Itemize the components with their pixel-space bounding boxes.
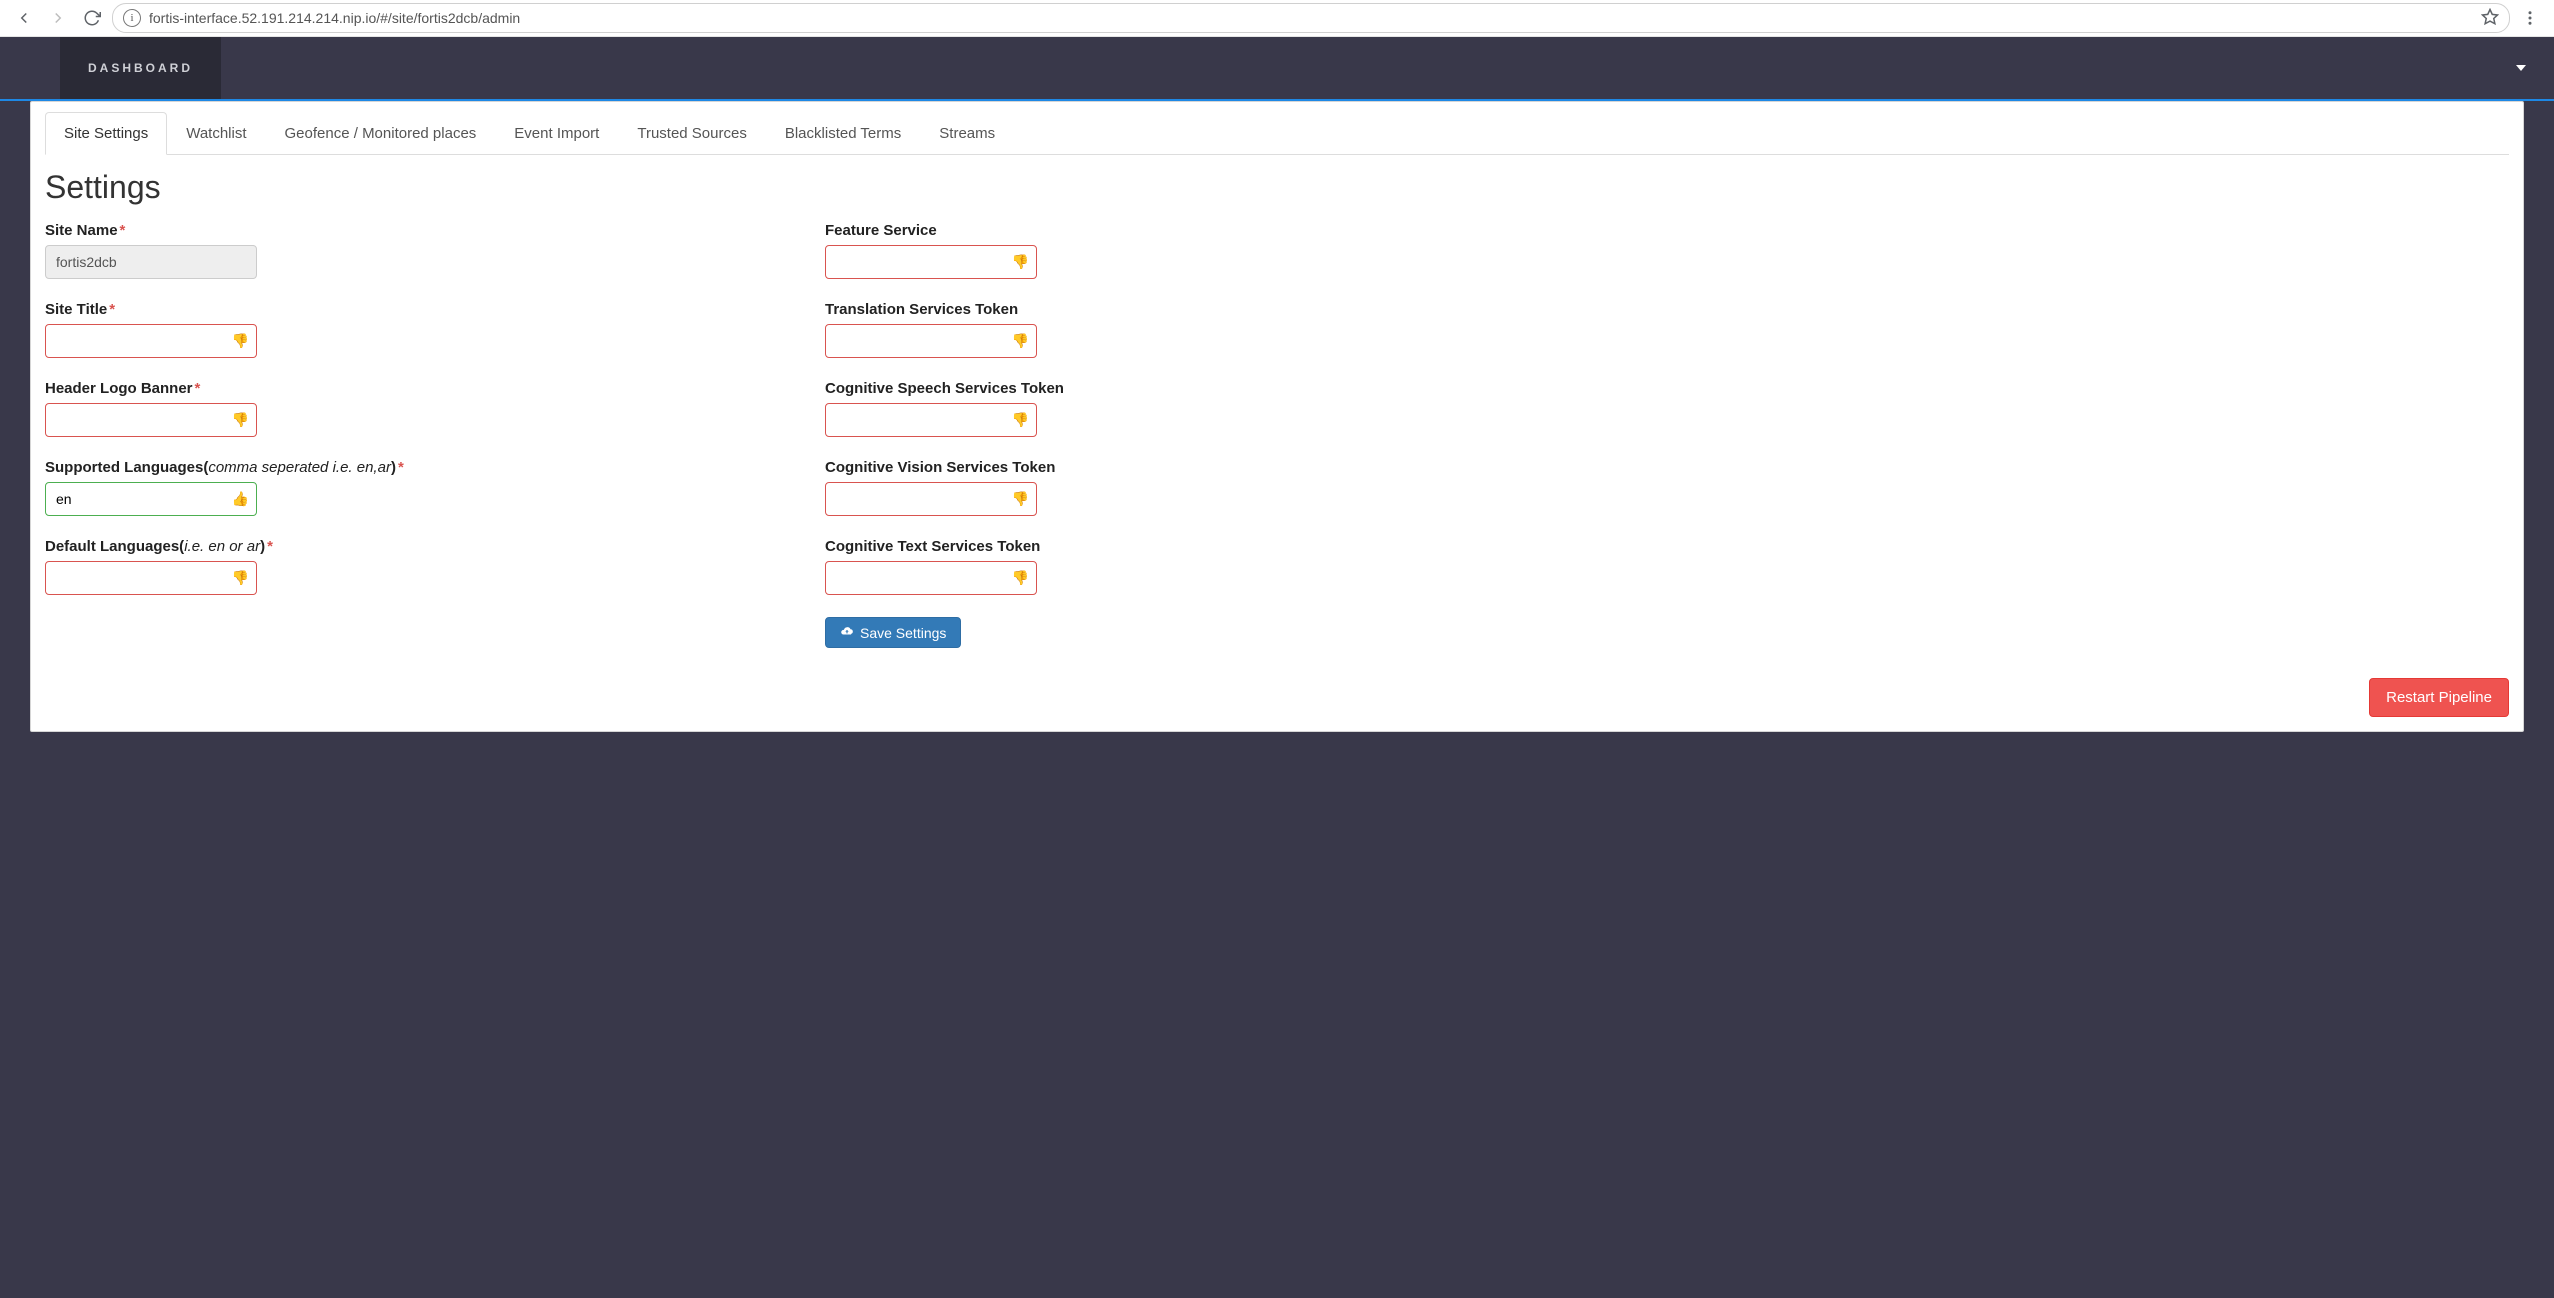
restart-pipeline-button[interactable]: Restart Pipeline	[2369, 678, 2509, 717]
header-logo-label: Header Logo Banner*	[45, 380, 785, 397]
url-text: fortis-interface.52.191.214.214.nip.io/#…	[149, 10, 2473, 26]
speech-token-input[interactable]	[825, 403, 1037, 437]
settings-panel: Site Settings Watchlist Geofence / Monit…	[30, 101, 2524, 732]
save-settings-button[interactable]: Save Settings	[825, 617, 961, 648]
reload-button[interactable]	[78, 4, 106, 32]
user-menu-caret-icon[interactable]	[2516, 65, 2526, 71]
address-bar[interactable]: i fortis-interface.52.191.214.214.nip.io…	[112, 3, 2510, 33]
forward-button[interactable]	[44, 4, 72, 32]
feature-service-group: Feature Service 👎	[825, 222, 1565, 279]
dashboard-tab[interactable]: DASHBOARD	[60, 37, 221, 99]
tab-trusted-sources[interactable]: Trusted Sources	[618, 112, 766, 155]
page-title: Settings	[45, 169, 2509, 206]
cloud-upload-icon	[840, 624, 854, 641]
vision-token-label: Cognitive Vision Services Token	[825, 459, 1565, 476]
text-token-group: Cognitive Text Services Token 👎	[825, 538, 1565, 595]
tab-site-settings[interactable]: Site Settings	[45, 112, 167, 155]
translation-token-input[interactable]	[825, 324, 1037, 358]
brand-label: DASHBOARD	[88, 61, 193, 75]
feature-service-label: Feature Service	[825, 222, 1565, 239]
site-name-group: Site Name*	[45, 222, 785, 279]
app-shell: DASHBOARD Site Settings Watchlist Geofen…	[0, 37, 2554, 1298]
site-name-input	[45, 245, 257, 279]
supported-languages-input[interactable]	[45, 482, 257, 516]
restart-pipeline-label: Restart Pipeline	[2386, 689, 2492, 706]
vision-token-input[interactable]	[825, 482, 1037, 516]
tab-streams[interactable]: Streams	[920, 112, 1014, 155]
default-languages-label: Default Languages(i.e. en or ar)*	[45, 538, 785, 555]
speech-token-label: Cognitive Speech Services Token	[825, 380, 1565, 397]
site-name-label: Site Name*	[45, 222, 785, 239]
header-logo-group: Header Logo Banner* 👎	[45, 380, 785, 437]
tab-geofence[interactable]: Geofence / Monitored places	[266, 112, 496, 155]
save-settings-label: Save Settings	[860, 625, 946, 641]
site-info-icon[interactable]: i	[123, 9, 141, 27]
tab-watchlist[interactable]: Watchlist	[167, 112, 265, 155]
default-languages-group: Default Languages(i.e. en or ar)* 👎	[45, 538, 785, 595]
bookmark-icon[interactable]	[2481, 8, 2499, 29]
supported-languages-group: Supported Languages(comma seperated i.e.…	[45, 459, 785, 516]
feature-service-input[interactable]	[825, 245, 1037, 279]
header-logo-input[interactable]	[45, 403, 257, 437]
admin-tabs: Site Settings Watchlist Geofence / Monit…	[45, 112, 2509, 155]
site-title-label: Site Title*	[45, 301, 785, 318]
topbar: DASHBOARD	[0, 37, 2554, 101]
form-left-column: Site Name* Site Title*	[45, 222, 785, 648]
default-languages-input[interactable]	[45, 561, 257, 595]
site-title-input[interactable]	[45, 324, 257, 358]
text-token-label: Cognitive Text Services Token	[825, 538, 1565, 555]
tab-blacklisted-terms[interactable]: Blacklisted Terms	[766, 112, 920, 155]
text-token-input[interactable]	[825, 561, 1037, 595]
browser-menu-icon[interactable]	[2516, 4, 2544, 32]
tab-event-import[interactable]: Event Import	[495, 112, 618, 155]
topbar-right	[2516, 37, 2554, 99]
translation-token-label: Translation Services Token	[825, 301, 1565, 318]
vision-token-group: Cognitive Vision Services Token 👎	[825, 459, 1565, 516]
supported-languages-label: Supported Languages(comma seperated i.e.…	[45, 459, 785, 476]
site-title-group: Site Title* 👎	[45, 301, 785, 358]
speech-token-group: Cognitive Speech Services Token 👎	[825, 380, 1565, 437]
browser-chrome: i fortis-interface.52.191.214.214.nip.io…	[0, 0, 2554, 37]
back-button[interactable]	[10, 4, 38, 32]
form-right-column: Feature Service 👎 Translation Services T…	[825, 222, 1565, 648]
translation-token-group: Translation Services Token 👎	[825, 301, 1565, 358]
